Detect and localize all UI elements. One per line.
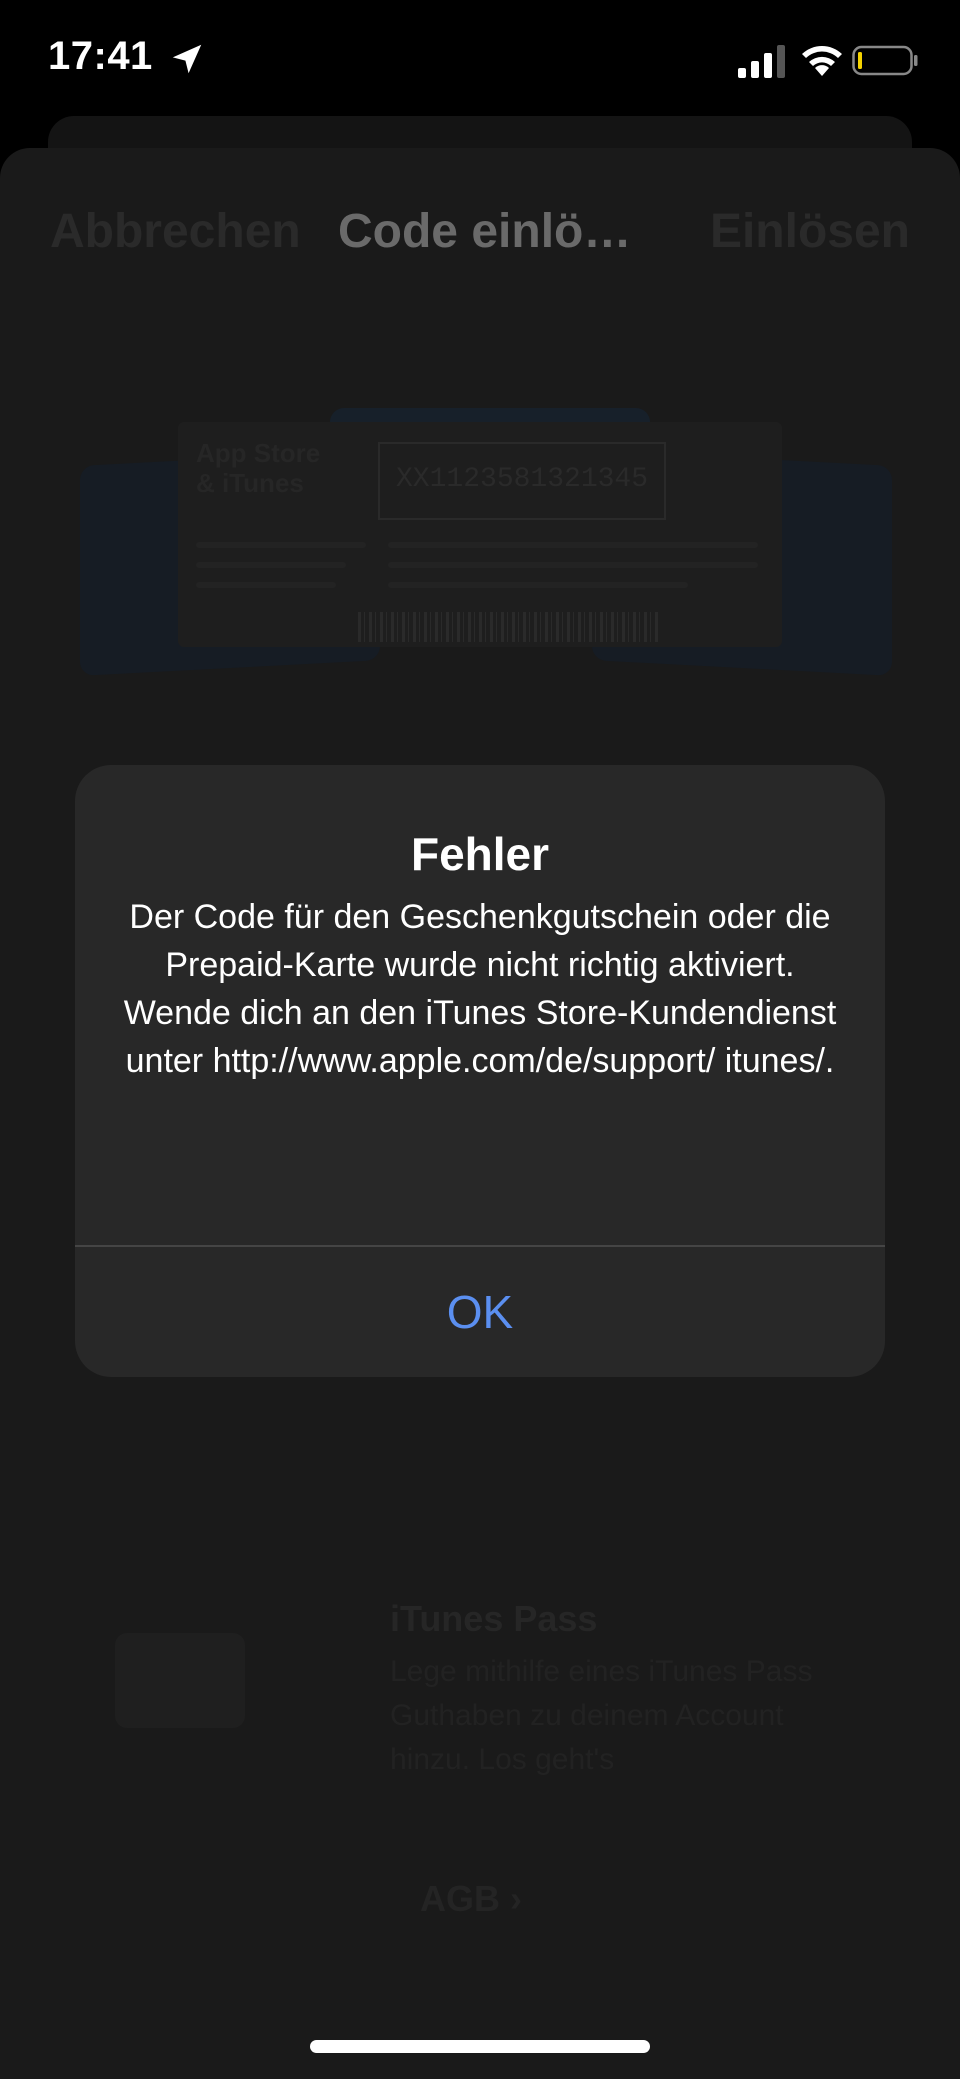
card-code-box: XX1123581321345	[378, 442, 666, 520]
card-barcode	[358, 612, 658, 642]
battery-low-icon	[852, 45, 918, 76]
error-alert: Fehler Der Code für den Geschenkgutschei…	[75, 765, 885, 1377]
itunes-pass-section: iTunes Pass Lege mithilfe eines iTunes P…	[115, 1598, 875, 1818]
redeem-button[interactable]: Einlösen	[710, 204, 910, 259]
card-code: XX1123581321345	[396, 464, 649, 495]
alert-message: Der Code für den Geschenkgutschein oder …	[123, 898, 837, 1080]
gift-card-illustration: App Store & iTunes XX1123581321345	[80, 378, 892, 678]
card-text-line	[388, 562, 758, 568]
card-text-line	[196, 562, 346, 568]
nav-title: Code einlö…	[338, 205, 632, 258]
card-title: App Store & iTunes	[196, 438, 396, 498]
card-title-line2: & iTunes	[196, 468, 304, 498]
wifi-icon	[802, 46, 842, 76]
cancel-button[interactable]: Abbrechen	[50, 204, 301, 259]
status-bar: 17:41	[0, 0, 960, 120]
card-text-line	[196, 582, 336, 588]
itunes-pass-description: Lege mithilfe eines iTunes Pass Guthaben…	[390, 1655, 813, 1776]
gift-card: App Store & iTunes XX1123581321345	[178, 422, 782, 647]
home-indicator[interactable]	[310, 2040, 650, 2053]
alert-title: Fehler	[410, 828, 550, 880]
card-text-line	[388, 542, 758, 548]
itunes-pass-title: iTunes Pass	[390, 1598, 598, 1639]
card-title-line1: App Store	[196, 438, 321, 468]
navigation-bar: Abbrechen Code einlö… Einlösen	[0, 204, 960, 274]
cellular-signal-icon	[738, 45, 785, 78]
card-text-line	[196, 542, 366, 548]
wallet-icon	[115, 1633, 245, 1728]
ok-button[interactable]: OK	[75, 1247, 885, 1377]
status-time: 17:41	[48, 34, 153, 78]
location-arrow-icon	[172, 44, 202, 74]
agb-link[interactable]: AGB ›	[420, 1878, 522, 1920]
card-text-line	[388, 582, 688, 588]
